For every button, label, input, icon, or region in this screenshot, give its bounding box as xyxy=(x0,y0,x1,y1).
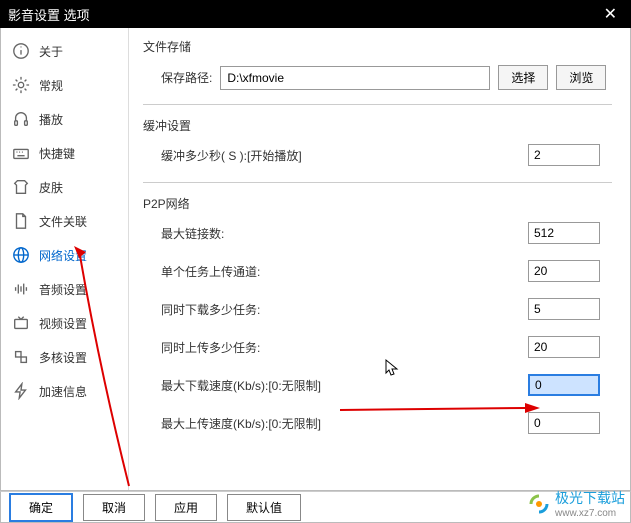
sidebar: 关于 常规 播放 快捷键 皮肤 文件关联 网络设置 音频设置 xyxy=(1,28,129,490)
section-storage-title: 文件存储 xyxy=(143,38,612,55)
skin-icon xyxy=(11,177,31,197)
sidebar-item-audio[interactable]: 音频设置 xyxy=(1,272,128,306)
upload-channel-label: 单个任务上传通道: xyxy=(161,263,351,280)
section-p2p-title: P2P网络 xyxy=(143,195,612,212)
max-conn-label: 最大链接数: xyxy=(161,225,351,242)
concurrent-dl-input[interactable] xyxy=(528,298,600,320)
sidebar-item-label: 播放 xyxy=(39,111,63,128)
save-path-input[interactable] xyxy=(220,66,490,90)
sidebar-item-label: 常规 xyxy=(39,77,63,94)
sidebar-item-about[interactable]: 关于 xyxy=(1,34,128,68)
select-button[interactable]: 选择 xyxy=(498,65,548,90)
sidebar-item-label: 视频设置 xyxy=(39,315,87,332)
sidebar-item-label: 文件关联 xyxy=(39,213,87,230)
default-button[interactable]: 默认值 xyxy=(227,494,301,521)
cpu-icon xyxy=(11,347,31,367)
sidebar-item-label: 快捷键 xyxy=(39,145,75,162)
path-label: 保存路径: xyxy=(161,69,212,86)
sidebar-item-hotkey[interactable]: 快捷键 xyxy=(1,136,128,170)
sidebar-item-file-assoc[interactable]: 文件关联 xyxy=(1,204,128,238)
content-panel: 文件存储 保存路径: 选择 浏览 缓冲设置 缓冲多少秒( S ):[开始播放] … xyxy=(129,28,630,490)
footer: 确定 取消 应用 默认值 xyxy=(0,491,631,523)
cancel-button[interactable]: 取消 xyxy=(83,494,145,521)
max-conn-input[interactable] xyxy=(528,222,600,244)
max-dl-speed-label: 最大下载速度(Kb/s):[0:无限制] xyxy=(161,377,351,394)
sidebar-item-accel[interactable]: 加速信息 xyxy=(1,374,128,408)
concurrent-dl-label: 同时下载多少任务: xyxy=(161,301,351,318)
apply-button[interactable]: 应用 xyxy=(155,494,217,521)
ok-button[interactable]: 确定 xyxy=(9,493,73,522)
sidebar-item-playback[interactable]: 播放 xyxy=(1,102,128,136)
upload-channel-input[interactable] xyxy=(528,260,600,282)
tv-icon xyxy=(11,313,31,333)
max-dl-speed-input[interactable] xyxy=(528,374,600,396)
sidebar-item-label: 多核设置 xyxy=(39,349,87,366)
concurrent-ul-input[interactable] xyxy=(528,336,600,358)
gear-icon xyxy=(11,75,31,95)
headphones-icon xyxy=(11,109,31,129)
globe-icon xyxy=(11,245,31,265)
sidebar-item-skin[interactable]: 皮肤 xyxy=(1,170,128,204)
sidebar-item-video[interactable]: 视频设置 xyxy=(1,306,128,340)
sidebar-item-general[interactable]: 常规 xyxy=(1,68,128,102)
concurrent-ul-label: 同时上传多少任务: xyxy=(161,339,351,356)
close-icon[interactable]: ✕ xyxy=(598,4,623,24)
file-icon xyxy=(11,211,31,231)
sidebar-item-label: 皮肤 xyxy=(39,179,63,196)
browse-button[interactable]: 浏览 xyxy=(556,65,606,90)
section-buffer-title: 缓冲设置 xyxy=(143,117,612,134)
bolt-icon xyxy=(11,381,31,401)
sidebar-item-label: 网络设置 xyxy=(39,247,87,264)
max-ul-speed-input[interactable] xyxy=(528,412,600,434)
sidebar-item-multicore[interactable]: 多核设置 xyxy=(1,340,128,374)
sidebar-item-label: 加速信息 xyxy=(39,383,87,400)
sidebar-item-label: 音频设置 xyxy=(39,281,87,298)
max-ul-speed-label: 最大上传速度(Kb/s):[0:无限制] xyxy=(161,415,351,432)
keyboard-icon xyxy=(11,143,31,163)
sidebar-item-label: 关于 xyxy=(39,43,63,60)
audio-icon xyxy=(11,279,31,299)
buffer-label: 缓冲多少秒( S ):[开始播放] xyxy=(161,147,351,164)
sidebar-item-network[interactable]: 网络设置 xyxy=(1,238,128,272)
buffer-input[interactable] xyxy=(528,144,600,166)
window-title: 影音设置 选项 xyxy=(8,5,90,24)
info-icon xyxy=(11,41,31,61)
